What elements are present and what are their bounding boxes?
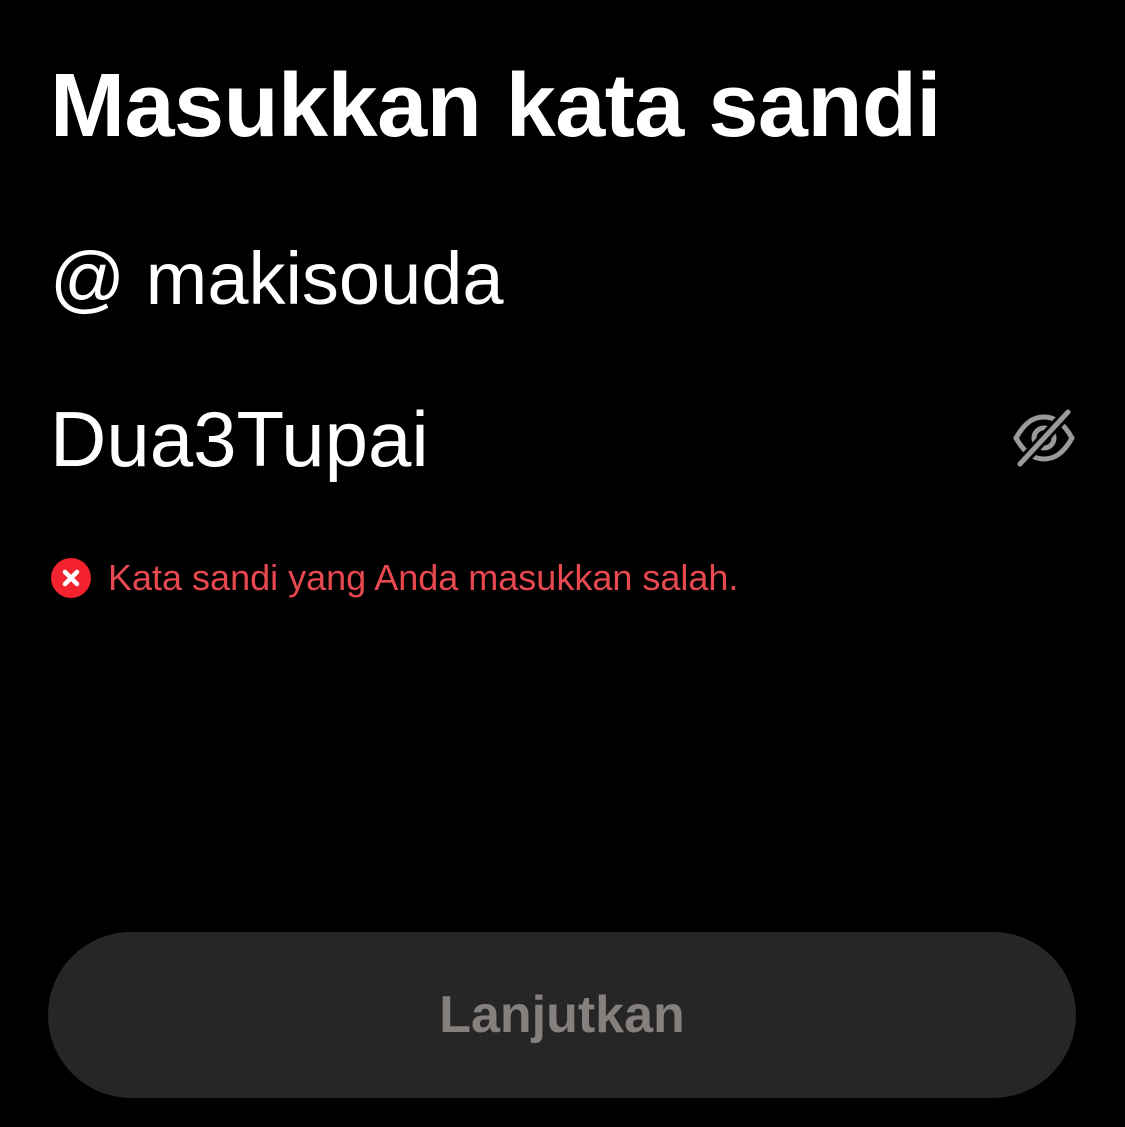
next-button-label: Lanjutkan — [439, 986, 685, 1044]
error-x-icon — [50, 557, 92, 599]
error-x-icon-graphic — [51, 558, 91, 598]
next-button[interactable]: Lanjutkan — [48, 932, 1076, 1098]
eye-off-icon-graphic — [1013, 406, 1075, 470]
password-field[interactable]: Dua3Tupai — [50, 390, 1080, 490]
password-value[interactable]: Dua3Tupai — [50, 394, 429, 484]
eye-slash — [1017, 409, 1071, 467]
username-label: @ makisouda — [50, 237, 504, 320]
page-title: Masukkan kata sandi — [50, 56, 941, 156]
eye-off-icon[interactable] — [1008, 402, 1080, 474]
error-message-row: Kata sandi yang Anda masukkan salah. — [50, 556, 738, 600]
error-text: Kata sandi yang Anda masukkan salah. — [108, 557, 739, 598]
